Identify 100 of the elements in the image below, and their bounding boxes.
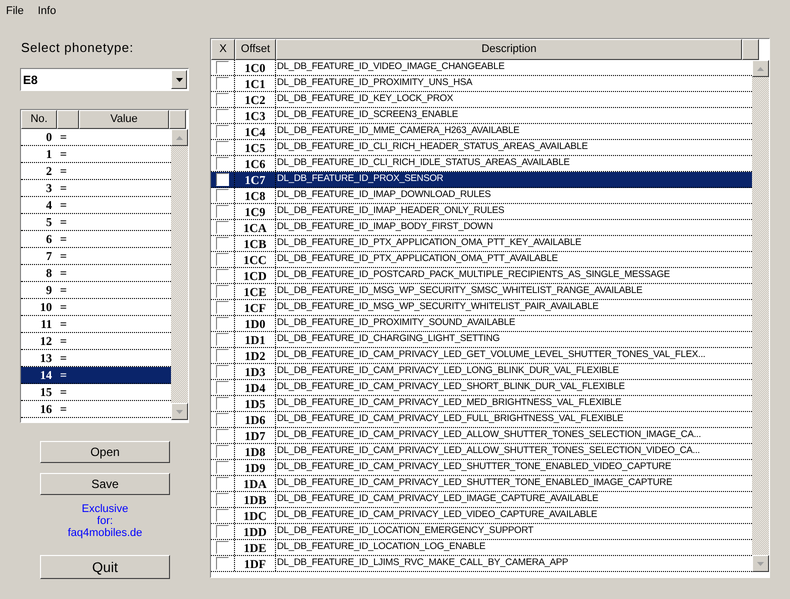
offset-cell: 1CF <box>235 300 276 315</box>
dropdown-arrow-icon <box>176 78 182 82</box>
row-checkbox[interactable] <box>216 397 229 410</box>
table-row[interactable]: 1DE DL_DB_FEATURE_ID_LOCATION_LOG_ENABLE <box>211 540 752 556</box>
row-checkbox[interactable] <box>216 317 229 330</box>
scroll-up-button[interactable] <box>171 129 188 146</box>
row-checkbox[interactable] <box>216 221 229 234</box>
row-checkbox[interactable] <box>216 173 229 186</box>
description-cell-text: DL_DB_FEATURE_ID_CAM_PRIVACY_LED_IMAGE_CAPTURE_AVAILABLE <box>276 492 600 506</box>
table-row[interactable]: 1D6 DL_DB_FEATURE_ID_CAM_PRIVACY_LED_FULL_BRIGHTNESS_VAL_FLEXIBLE <box>211 412 752 428</box>
row-checkbox[interactable] <box>216 557 229 570</box>
row-checkbox[interactable] <box>216 93 229 106</box>
table-row[interactable]: 1DD DL_DB_FEATURE_ID_LOCATION_EMERGENCY_SUPPORT <box>211 524 752 540</box>
table-row[interactable]: 1C4 DL_DB_FEATURE_ID_MME_CAMERA_H263_AVAILABLE <box>211 124 752 140</box>
row-checkbox[interactable] <box>216 109 229 122</box>
table-row[interactable]: 1DC DL_DB_FEATURE_ID_CAM_PRIVACY_LED_VIDEO_CAPTURE_AVAILABLE <box>211 508 752 524</box>
scrollbar[interactable] <box>171 129 188 420</box>
scroll-down-button[interactable] <box>752 555 769 572</box>
table-row[interactable]: 1C9 DL_DB_FEATURE_ID_IMAP_HEADER_ONLY_RULES <box>211 204 752 220</box>
description-cell-text: DL_DB_FEATURE_ID_CHARGING_LIGHT_SETTING <box>276 332 501 346</box>
row-checkbox[interactable] <box>216 413 229 426</box>
offset-cell: 1DA <box>235 476 276 491</box>
menu-item[interactable]: File <box>6 2 24 20</box>
row-checkbox[interactable] <box>216 253 229 266</box>
row-checkbox[interactable] <box>216 477 229 490</box>
scrollbar[interactable] <box>752 60 769 572</box>
table-row[interactable]: 1D9 DL_DB_FEATURE_ID_CAM_PRIVACY_LED_SHUTTER_TONE_ENABLED_VIDEO_CAPTURE <box>211 460 752 476</box>
table-row[interactable]: 1CB DL_DB_FEATURE_ID_PTX_APPLICATION_OMA_PTT_KEY_AVAILABLE <box>211 236 752 252</box>
exclusive-note: Exclusive <box>82 503 128 515</box>
row-checkbox[interactable] <box>216 125 229 138</box>
description-cell-text: DL_DB_FEATURE_ID_POSTCARD_PACK_MULTIPLE_RECIPIENTS_AS_SINGLE_MESSAGE <box>276 268 671 282</box>
column-header[interactable] <box>169 110 186 129</box>
row-checkbox[interactable] <box>216 349 229 362</box>
column-header[interactable] <box>57 110 79 129</box>
table-row[interactable]: 1D5 DL_DB_FEATURE_ID_CAM_PRIVACY_LED_MED_BRIGHTNESS_VAL_FLEXIBLE <box>211 396 752 412</box>
row-checkbox[interactable] <box>216 541 229 554</box>
table-row[interactable]: 1CF DL_DB_FEATURE_ID_MSG_WP_SECURITY_WHITELIST_PAIR_AVAILABLE <box>211 300 752 316</box>
row-checkbox[interactable] <box>216 381 229 394</box>
column-header[interactable]: Value <box>79 110 169 129</box>
table-row[interactable]: 1CD DL_DB_FEATURE_ID_POSTCARD_PACK_MULTIPLE_RECIPIENTS_AS_SINGLE_MESSAGE <box>211 268 752 284</box>
row-checkbox[interactable] <box>216 493 229 506</box>
row-checkbox[interactable] <box>216 461 229 474</box>
table-row[interactable]: 1C2 DL_DB_FEATURE_ID_KEY_LOCK_PROX <box>211 92 752 108</box>
table-row[interactable]: 1C5 DL_DB_FEATURE_ID_CLI_RICH_HEADER_STATUS_AREAS_AVAILABLE <box>211 140 752 156</box>
row-checkbox[interactable] <box>216 189 229 202</box>
row-checkbox[interactable] <box>216 269 229 282</box>
table-row[interactable]: 1C8 DL_DB_FEATURE_ID_IMAP_DOWNLOAD_RULES <box>211 188 752 204</box>
table-row[interactable]: 1D4 DL_DB_FEATURE_ID_CAM_PRIVACY_LED_SHORT_BLINK_DUR_VAL_FLEXIBLE <box>211 380 752 396</box>
menu-item[interactable]: Info <box>38 2 56 20</box>
phonetype-dropdown[interactable]: E8 <box>20 68 189 91</box>
row-checkbox[interactable] <box>216 237 229 250</box>
table-row[interactable]: 1DA DL_DB_FEATURE_ID_CAM_PRIVACY_LED_SHUTTER_TONE_ENABLED_IMAGE_CAPTURE <box>211 476 752 492</box>
column-header[interactable]: Description <box>276 39 742 60</box>
scroll-up-button[interactable] <box>752 60 769 77</box>
row-checkbox[interactable] <box>216 61 229 74</box>
save-button[interactable]: Save <box>40 473 170 495</box>
description-cell-text: DL_DB_FEATURE_ID_IMAP_BODY_FIRST_DOWN <box>276 220 494 234</box>
table-row[interactable]: 1D0 DL_DB_FEATURE_ID_PROXIMITY_SOUND_AVAILABLE <box>211 316 752 332</box>
scroll-down-button[interactable] <box>171 403 188 420</box>
exclusive-note: faq4mobiles.de <box>68 527 142 539</box>
description-cell-text: DL_DB_FEATURE_ID_PTX_APPLICATION_OMA_PTT_AVAILABLE <box>276 252 559 266</box>
row-checkbox[interactable] <box>216 77 229 90</box>
open-button[interactable]: Open <box>40 441 170 463</box>
table-row[interactable]: 1D2 DL_DB_FEATURE_ID_CAM_PRIVACY_LED_GET_VOLUME_LEVEL_SHUTTER_TONES_VAL_FLEX... <box>211 348 752 364</box>
table-row[interactable]: 1D8 DL_DB_FEATURE_ID_CAM_PRIVACY_LED_ALLOW_SHUTTER_TONES_SELECTION_VIDEO_CA... <box>211 444 752 460</box>
column-header[interactable]: Offset <box>235 39 276 60</box>
column-header[interactable]: No. <box>21 110 57 129</box>
row-checkbox[interactable] <box>216 333 229 346</box>
table-row[interactable]: 1CE DL_DB_FEATURE_ID_MSG_WP_SECURITY_SMSC_WHITELIST_RANGE_AVAILABLE <box>211 284 752 300</box>
table-row[interactable]: 1D7 DL_DB_FEATURE_ID_CAM_PRIVACY_LED_ALLOW_SHUTTER_TONES_SELECTION_IMAGE_CA... <box>211 428 752 444</box>
row-checkbox[interactable] <box>216 205 229 218</box>
quit-button[interactable]: Quit <box>40 555 170 579</box>
table-row[interactable]: 1D3 DL_DB_FEATURE_ID_CAM_PRIVACY_LED_LONG_BLINK_DUR_VAL_FLEXIBLE <box>211 364 752 380</box>
table-row[interactable]: 1C1 DL_DB_FEATURE_ID_PROXIMITY_UNS_HSA <box>211 76 752 92</box>
table-row[interactable]: 1DB DL_DB_FEATURE_ID_CAM_PRIVACY_LED_IMAGE_CAPTURE_AVAILABLE <box>211 492 752 508</box>
row-checkbox[interactable] <box>216 141 229 154</box>
row-checkbox[interactable] <box>216 157 229 170</box>
table-row[interactable]: 1CA DL_DB_FEATURE_ID_IMAP_BODY_FIRST_DOWN <box>211 220 752 236</box>
offset-cell: 1CC <box>235 252 276 267</box>
table-row[interactable]: 1C0 DL_DB_FEATURE_ID_VIDEO_IMAGE_CHANGEABLE <box>211 60 752 76</box>
description-cell-text: DL_DB_FEATURE_ID_CAM_PRIVACY_LED_SHUTTER_TONE_ENABLED_IMAGE_CAPTURE <box>276 476 674 490</box>
table-row[interactable]: 1CC DL_DB_FEATURE_ID_PTX_APPLICATION_OMA_PTT_AVAILABLE <box>211 252 752 268</box>
table-row[interactable]: 1C3 DL_DB_FEATURE_ID_SCREEN3_ENABLE <box>211 108 752 124</box>
row-checkbox[interactable] <box>216 525 229 538</box>
list-row[interactable]: 14 = <box>21 367 171 384</box>
table-row[interactable]: 1C7 DL_DB_FEATURE_ID_PROX_SENSOR <box>211 172 752 188</box>
phonetype-label: Select phonetype: <box>21 40 135 56</box>
row-checkbox[interactable] <box>216 365 229 378</box>
row-checkbox[interactable] <box>216 429 229 442</box>
row-checkbox[interactable] <box>216 509 229 522</box>
offset-cell: 1D4 <box>235 380 276 395</box>
table-row[interactable]: 1D1 DL_DB_FEATURE_ID_CHARGING_LIGHT_SETTING <box>211 332 752 348</box>
description-cell-text: DL_DB_FEATURE_ID_IMAP_HEADER_ONLY_RULES <box>276 204 506 218</box>
table-row[interactable]: 1DF DL_DB_FEATURE_ID_LJIMS_RVC_MAKE_CALL_BY_CAMERA_APP <box>211 556 752 572</box>
offset-cell: 1C0 <box>235 60 276 75</box>
column-header[interactable]: X <box>211 39 235 60</box>
row-checkbox[interactable] <box>216 301 229 314</box>
row-checkbox[interactable] <box>216 285 229 298</box>
offset-cell: 1D5 <box>235 396 276 411</box>
row-checkbox[interactable] <box>216 445 229 458</box>
